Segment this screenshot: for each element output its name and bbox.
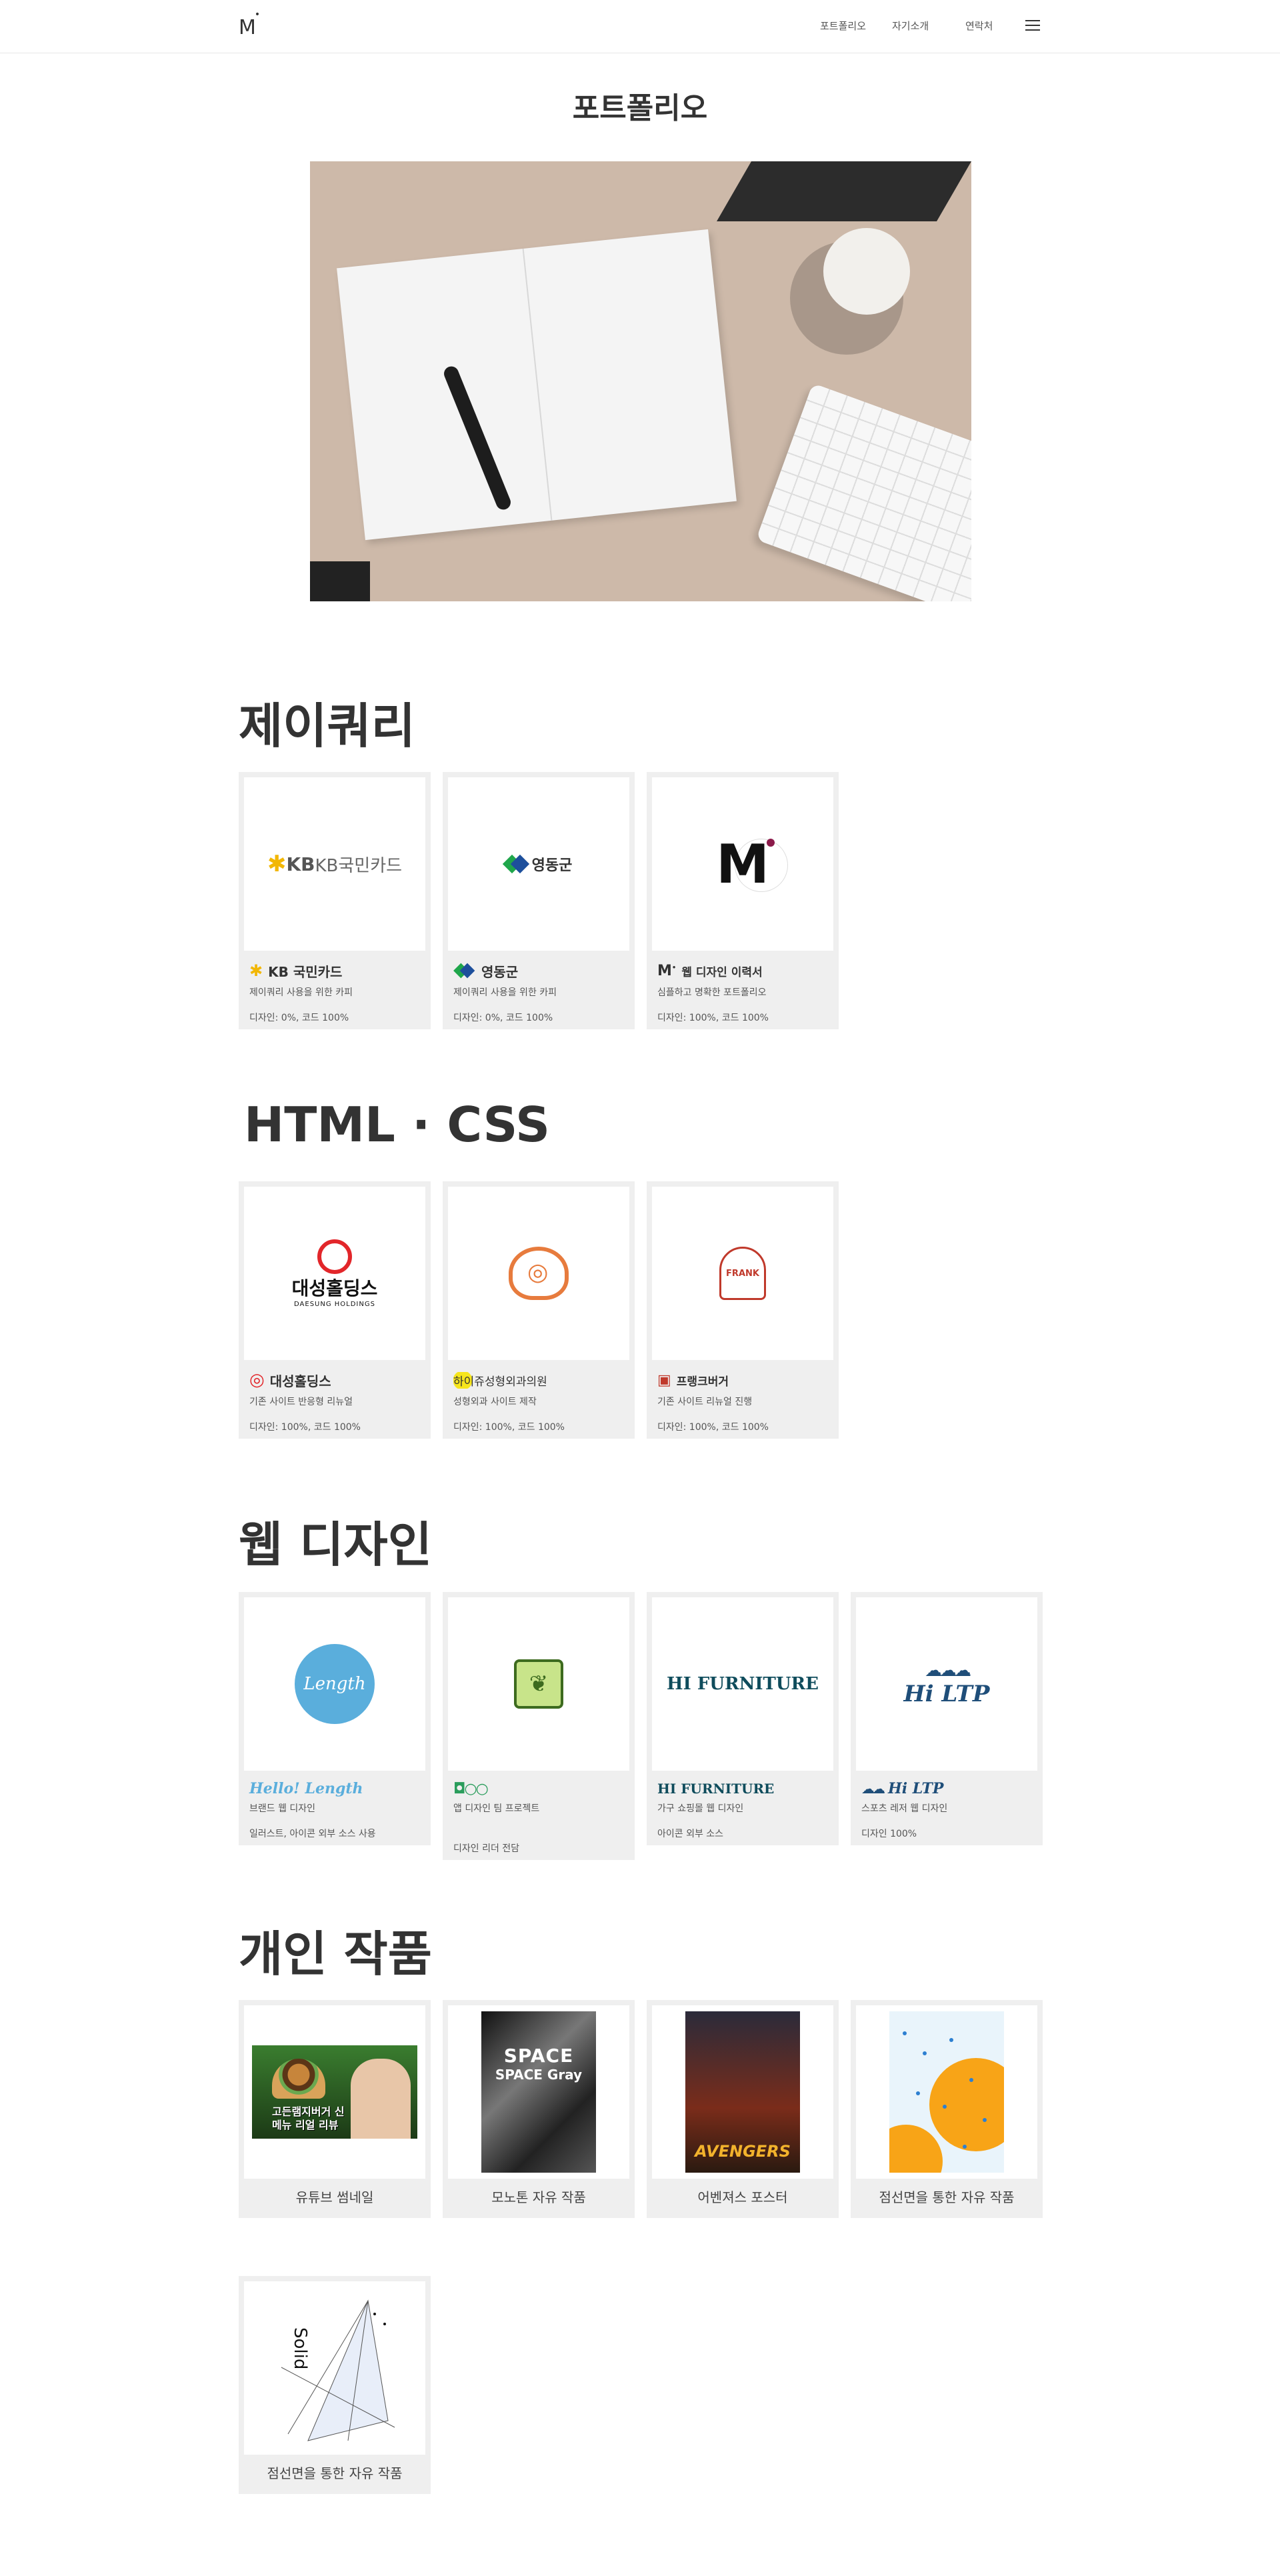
- project-thumbnail: [856, 2005, 1037, 2179]
- project-title: 점선면을 통한 자유 작품: [879, 2189, 1015, 2205]
- project-brand: ◘○○: [453, 1780, 489, 1797]
- hamburger-menu-icon[interactable]: [1025, 20, 1040, 32]
- project-brand: HI FURNITURE: [657, 1781, 775, 1797]
- project-thumbnail: 대성홀딩스 DAESUNG HOLDINGS: [244, 1187, 425, 1360]
- project-thumbnail: Length: [244, 1597, 425, 1771]
- project-card-app-team[interactable]: ❦ ◘○○ 앱 디자인 팀 프로젝트 디자인 리더 전담: [443, 1592, 635, 1860]
- project-meta: 디자인 리더 전담: [453, 1843, 520, 1854]
- project-desc: 가구 쇼핑몰 웹 디자인: [657, 1803, 744, 1814]
- project-card-monotone[interactable]: SPACE SPACE Gray 모노톤 자유 작품: [443, 2000, 635, 2218]
- project-meta: 아이콘 외부 소스: [657, 1829, 724, 1839]
- vase-illustration: [823, 228, 910, 315]
- project-card-yeongdong[interactable]: 영동군 영동군 제이쿼리 사용을 위한 카피 디자인: 0%, 코드 100%: [443, 772, 635, 1029]
- project-thumbnail: AVENGERS: [652, 2005, 833, 2179]
- nav-contact[interactable]: 연락처: [965, 19, 993, 33]
- svg-text:Solid: Solid: [290, 2327, 310, 2369]
- keyboard-illustration: [755, 383, 971, 601]
- chef-image: [351, 2059, 411, 2139]
- project-meta: 디자인: 0%, 코드 100%: [453, 1013, 553, 1023]
- project-card-frank[interactable]: FRANK ▣ 프랭크버거 기존 사이트 리뉴얼 진행 디자인: 100%, 코드…: [647, 1181, 839, 1439]
- project-desc: 기존 사이트 리뉴얼 진행: [657, 1397, 753, 1407]
- project-brand: ◎ 대성홀딩스: [249, 1370, 331, 1390]
- project-thumbnail: ☁☁☁ Hi LTP: [856, 1597, 1037, 1771]
- project-desc: 기존 사이트 반응형 리뉴얼: [249, 1397, 353, 1407]
- project-meta: 디자인: 100%, 코드 100%: [453, 1422, 565, 1433]
- project-card-solid[interactable]: Solid 점선면을 통한 자유 작품: [239, 2276, 431, 2494]
- project-meta: 디자인: 100%, 코드 100%: [657, 1422, 769, 1433]
- hero-image: [310, 161, 971, 601]
- project-card-avengers[interactable]: AVENGERS 어벤져스 포스터: [647, 2000, 839, 2218]
- project-card-kb[interactable]: ✱ KB KB국민카드 ✱ KB 국민카드 제이쿼리 사용을 위한 카피 디자인: 0…: [239, 772, 431, 1029]
- geometric-drawing: Solid: [281, 2299, 395, 2441]
- notebook-illustration: [337, 229, 737, 541]
- project-card-hi-ltp[interactable]: ☁☁☁ Hi LTP ☁☁ Hi LTP 스포츠 레저 웹 디자인 디자인 100…: [851, 1592, 1043, 1845]
- section-title-jquery: 제이쿼리: [239, 698, 415, 754]
- yeongdong-logo-icon: [505, 855, 528, 873]
- project-meta: 일러스트, 아이콘 외부 소스 사용: [249, 1829, 376, 1839]
- m-logo-icon: M: [716, 833, 775, 895]
- project-thumbnail: SPACE SPACE Gray: [448, 2005, 629, 2179]
- project-thumbnail: HI FURNITURE: [652, 1597, 833, 1771]
- project-brand: ✱ KB 국민카드: [249, 961, 343, 980]
- project-desc: 심플하고 명확한 포트폴리오: [657, 987, 767, 998]
- cookie-logo-icon: [509, 1247, 569, 1300]
- cloud-icon: ☁☁☁: [925, 1661, 971, 1681]
- site-header: M• 포트폴리오 자기소개 연락처: [0, 0, 1280, 53]
- project-title: 유튜브 썸네일: [295, 2189, 374, 2205]
- project-desc: 스포츠 레저 웹 디자인: [861, 1803, 948, 1814]
- project-desc: 브랜드 웹 디자인: [249, 1803, 316, 1814]
- project-desc: 제이쿼리 사용을 위한 카피: [453, 987, 557, 998]
- project-brand: M• 웹 디자인 이력서: [657, 962, 763, 979]
- project-card-dots[interactable]: 점선면을 통한 자유 작품: [851, 2000, 1043, 2218]
- project-thumbnail: ✱ KB KB국민카드: [244, 777, 425, 951]
- section-title-web-design: 웹 디자인: [239, 1517, 433, 1573]
- nav-about[interactable]: 자기소개: [892, 19, 929, 33]
- nav-portfolio[interactable]: 포트폴리오: [820, 19, 866, 33]
- burger-image: [272, 2059, 325, 2099]
- project-brand: 영동군: [453, 960, 629, 981]
- project-card-hi-furniture[interactable]: HI FURNITURE HI FURNITURE 가구 쇼핑몰 웹 디자인 아…: [647, 1592, 839, 1845]
- project-thumbnail: Solid: [244, 2281, 425, 2455]
- length-logo-icon: Length: [288, 1637, 375, 1724]
- project-thumbnail: 고든램지버거 신메뉴 리얼 리뷰: [244, 2005, 425, 2179]
- calendar-leaf-icon: ❦: [514, 1659, 563, 1709]
- page-title: 포트폴리오: [572, 91, 708, 125]
- project-thumbnail: FRANK: [652, 1187, 833, 1360]
- project-card-youtube-thumbnail[interactable]: 고든램지버거 신메뉴 리얼 리뷰 유튜브 썸네일: [239, 2000, 431, 2218]
- site-logo[interactable]: M•: [239, 9, 260, 39]
- project-title: 어벤져스 포스터: [697, 2189, 788, 2205]
- project-desc: 앱 디자인 팀 프로젝트: [453, 1803, 540, 1814]
- project-card-resume[interactable]: M M• 웹 디자인 이력서 심플하고 명확한 포트폴리오 디자인: 100%, …: [647, 772, 839, 1029]
- daesung-logo-icon: [317, 1239, 352, 1274]
- section-title-html-css: HTML · CSS: [244, 1097, 551, 1153]
- project-desc: 제이쿼리 사용을 위한 카피: [249, 987, 353, 998]
- project-thumbnail: M: [652, 777, 833, 951]
- project-thumbnail: ❦: [448, 1597, 629, 1771]
- project-title: 모노톤 자유 작품: [491, 2189, 586, 2205]
- project-meta: 디자인: 100%, 코드 100%: [657, 1013, 769, 1023]
- project-meta: 디자인: 0%, 코드 100%: [249, 1013, 349, 1023]
- project-brand: ▣ 프랭크버거: [657, 1371, 729, 1389]
- project-card-haiju[interactable]: 하이쥬성형외과의원 성형외과 사이트 제작 디자인: 100%, 코드 100%: [443, 1181, 635, 1439]
- project-brand: Hello! Length: [249, 1780, 363, 1797]
- project-brand: ☁☁ Hi LTP: [861, 1780, 944, 1797]
- project-brand: 하이쥬성형외과의원: [453, 1369, 629, 1391]
- project-thumbnail: 영동군: [448, 777, 629, 951]
- project-title: 점선면을 통한 자유 작품: [267, 2465, 403, 2481]
- project-meta: 디자인 100%: [861, 1829, 917, 1839]
- frank-burger-logo-icon: FRANK: [719, 1247, 766, 1300]
- project-thumbnail: [448, 1187, 629, 1360]
- project-desc: 성형외과 사이트 제작: [453, 1397, 537, 1407]
- section-title-personal: 개인 작품: [239, 1926, 433, 1982]
- project-card-length[interactable]: Length Hello! Length 브랜드 웹 디자인 일러스트, 아이콘…: [239, 1592, 431, 1845]
- project-meta: 디자인: 100%, 코드 100%: [249, 1422, 361, 1433]
- project-card-daesung[interactable]: 대성홀딩스 DAESUNG HOLDINGS ◎ 대성홀딩스 기존 사이트 반응형…: [239, 1181, 431, 1439]
